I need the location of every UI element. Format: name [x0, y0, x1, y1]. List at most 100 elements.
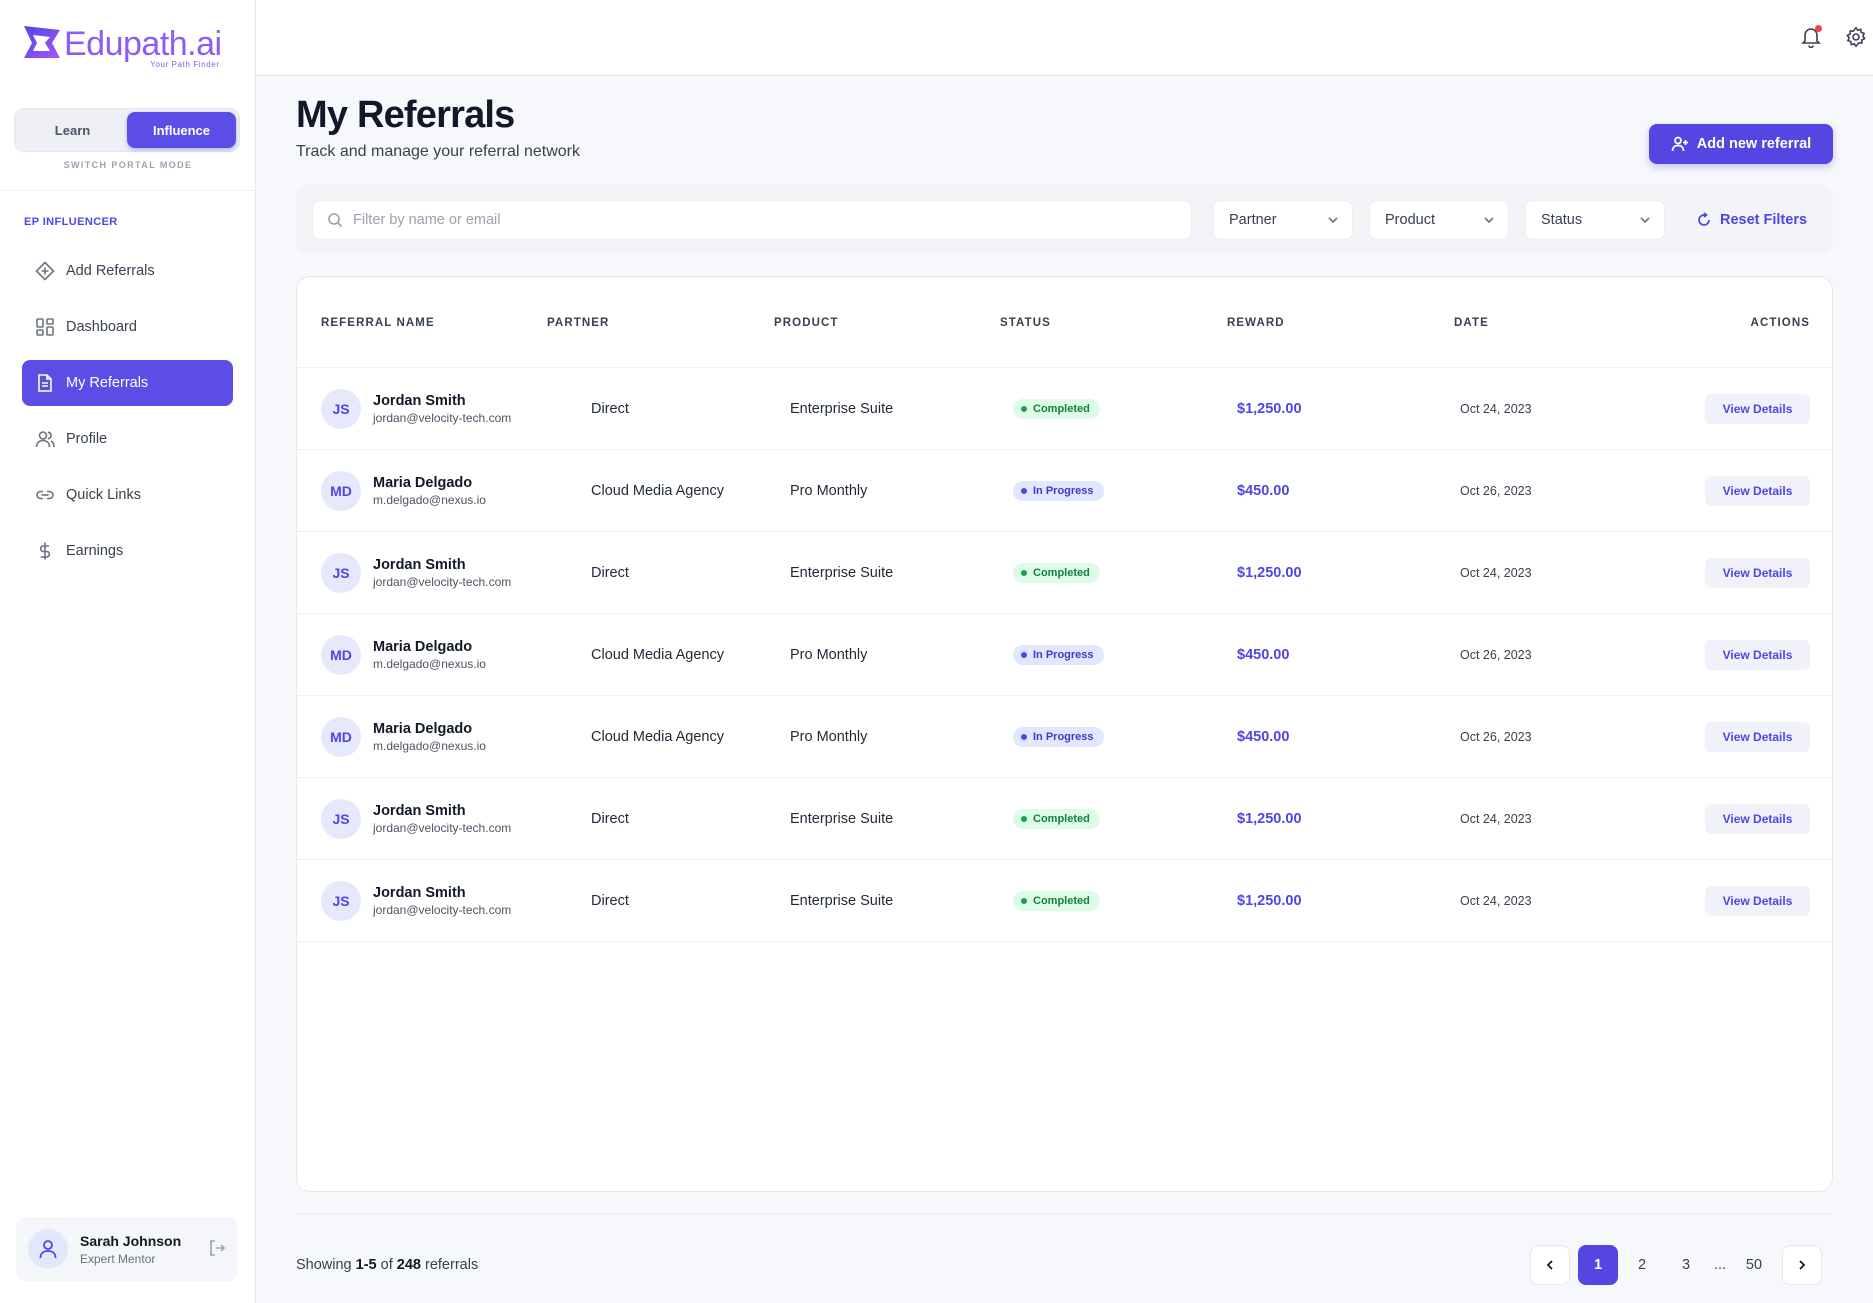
view-details-button[interactable]: View Details [1705, 476, 1810, 506]
partner-select-label: Partner [1229, 212, 1277, 228]
sidebar-item-dashboard[interactable]: Dashboard [22, 304, 233, 350]
status-badge-label: Completed [1033, 895, 1090, 907]
results-summary: Showing 1-5 of 248 referrals [296, 1257, 478, 1273]
partner-cell: Direct [591, 401, 629, 417]
table-row[interactable]: MD Maria Delgado m.delgado@nexus.io Cloud M… [297, 614, 1832, 696]
referral-name: Maria Delgado [373, 721, 473, 737]
user-name: Sarah Johnson [80, 1232, 182, 1249]
column-header-referral-name: REFERRAL NAME [321, 317, 435, 329]
column-header-partner: PARTNER [547, 317, 610, 329]
view-details-button[interactable]: View Details [1705, 640, 1810, 670]
filter-bar: Partner Product Status Reset Filters [296, 184, 1833, 254]
mode-influence-button[interactable]: Influence [127, 112, 236, 148]
referral-name: Jordan Smith [373, 393, 466, 409]
user-role: Expert Mentor [80, 1251, 156, 1266]
dollar-icon [34, 540, 56, 562]
avatar: MD [321, 635, 361, 675]
gear-icon [1846, 26, 1866, 48]
view-details-button[interactable]: View Details [1705, 558, 1810, 588]
logo-mark-icon [24, 26, 60, 58]
table-row[interactable]: JS Jordan Smith jordan@velocity-tech.com Di… [297, 778, 1832, 860]
avatar: MD [321, 471, 361, 511]
table-row[interactable]: JS Jordan Smith jordan@velocity-tech.com Di… [297, 860, 1832, 942]
status-badge: In Progress [1013, 645, 1104, 665]
brand-logo[interactable]: Edupath.ai Your Path Finder [22, 24, 222, 69]
status-select[interactable]: Status [1525, 200, 1665, 240]
date-cell: Oct 24, 2023 [1460, 566, 1532, 580]
partner-cell: Cloud Media Agency [591, 483, 724, 499]
view-details-button[interactable]: View Details [1705, 804, 1810, 834]
add-new-referral-button[interactable]: Add new referral [1649, 124, 1833, 164]
status-badge-label: Completed [1033, 567, 1090, 579]
actions-cell: View Details [1705, 778, 1810, 860]
date-cell: Oct 24, 2023 [1460, 812, 1532, 826]
top-bar [256, 0, 1873, 76]
referral-email: jordan@velocity-tech.com [373, 821, 512, 835]
search-field[interactable] [312, 200, 1192, 240]
actions-cell: View Details [1705, 860, 1810, 942]
showing-suffix: referrals [420, 1257, 479, 1273]
dashboard-grid-icon [34, 316, 56, 338]
status-dot-icon [1021, 570, 1027, 576]
page-subtitle: Track and manage your referral network [296, 143, 580, 160]
user-card[interactable]: Sarah Johnson Expert Mentor [16, 1217, 238, 1281]
referral-email: jordan@velocity-tech.com [373, 411, 512, 425]
status-badge-label: In Progress [1033, 731, 1094, 743]
status-dot-icon [1021, 816, 1027, 822]
sidebar-item-profile[interactable]: Profile [22, 416, 233, 462]
table-row[interactable]: MD Maria Delgado m.delgado@nexus.io Cloud M… [297, 450, 1832, 532]
page-button-1[interactable]: 1 [1578, 1245, 1618, 1285]
status-cell: Completed [1013, 778, 1100, 860]
partner-select[interactable]: Partner [1213, 200, 1353, 240]
status-badge: In Progress [1013, 481, 1104, 501]
sidebar-item-earnings[interactable]: Earnings [22, 528, 233, 574]
sidebar-item-add-referrals[interactable]: Add Referrals [22, 248, 233, 294]
column-header-reward: REWARD [1227, 317, 1285, 329]
avatar: JS [321, 881, 361, 921]
status-cell: Completed [1013, 532, 1100, 614]
page-button-2[interactable]: 2 [1622, 1245, 1662, 1285]
add-new-referral-label: Add new referral [1696, 136, 1812, 152]
previous-page-button[interactable] [1530, 1245, 1570, 1285]
chevron-left-icon [1546, 1260, 1553, 1270]
column-header-product: PRODUCT [774, 317, 839, 329]
referral-cell: JS Jordan Smith jordan@velocity-tech.com [321, 860, 511, 942]
referral-email: m.delgado@nexus.io [373, 739, 486, 753]
referral-name: Maria Delgado [373, 639, 473, 655]
status-badge: Completed [1013, 891, 1100, 911]
next-page-button[interactable] [1782, 1245, 1822, 1285]
sidebar-item-my-referrals[interactable]: My Referrals [22, 360, 233, 406]
partner-cell: Direct [591, 811, 629, 827]
date-cell: Oct 26, 2023 [1460, 730, 1532, 744]
product-select[interactable]: Product [1369, 200, 1509, 240]
view-details-button[interactable]: View Details [1705, 394, 1810, 424]
view-details-button[interactable]: View Details [1705, 722, 1810, 752]
footer-divider [296, 1213, 1833, 1214]
page-button-3[interactable]: 3 [1666, 1245, 1706, 1285]
page-button-50[interactable]: 50 [1734, 1245, 1774, 1285]
date-cell: Oct 24, 2023 [1460, 894, 1532, 908]
pagination: 1 2 3 ... 50 [1530, 1245, 1822, 1285]
showing-of: of [376, 1257, 397, 1273]
search-input[interactable] [353, 212, 1173, 228]
logout-icon[interactable] [208, 1239, 226, 1257]
user-icon [39, 1240, 57, 1259]
notifications-button[interactable] [1801, 25, 1822, 53]
column-header-actions: ACTIONS [1750, 317, 1810, 329]
reset-filters-label: Reset Filters [1720, 212, 1808, 228]
settings-button[interactable] [1845, 26, 1867, 53]
sidebar-item-quick-links[interactable]: Quick Links [22, 472, 233, 518]
product-cell: Enterprise Suite [790, 565, 894, 581]
view-details-button[interactable]: View Details [1705, 886, 1810, 916]
table-row[interactable]: JS Jordan Smith jordan@velocity-tech.com Di… [297, 368, 1832, 450]
brand-name: Edupath.ai [64, 25, 222, 63]
product-cell: Enterprise Suite [790, 893, 894, 909]
sidebar-nav: Add Referrals Dashboard My Referrals Pro… [22, 248, 233, 584]
mode-learn-button[interactable]: Learn [18, 112, 127, 148]
actions-cell: View Details [1705, 368, 1810, 450]
reset-filters-button[interactable]: Reset Filters [1696, 200, 1807, 240]
table-row[interactable]: JS Jordan Smith jordan@velocity-tech.com Di… [297, 532, 1832, 614]
showing-total: 248 [396, 1257, 421, 1273]
table-row[interactable]: MD Maria Delgado m.delgado@nexus.io Cloud M… [297, 696, 1832, 778]
table-header: REFERRAL NAME PARTNER PRODUCT STATUS REW… [297, 277, 1832, 368]
